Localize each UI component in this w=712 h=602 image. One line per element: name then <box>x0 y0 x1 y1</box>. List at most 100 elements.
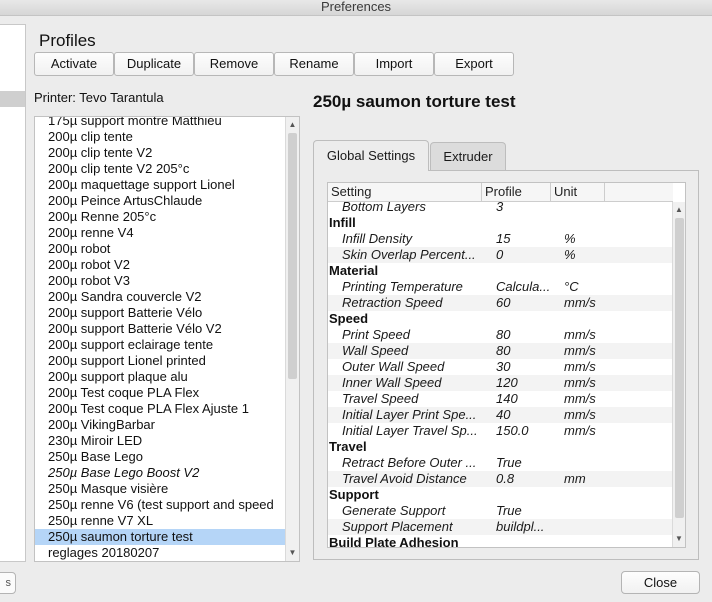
settings-category-row[interactable]: Material <box>328 263 673 279</box>
duplicate-button[interactable]: Duplicate <box>114 52 194 76</box>
profile-list-item[interactable]: 200µ maquettage support Lionel <box>35 177 287 193</box>
setting-name: Initial Layer Print Spe... <box>342 407 477 422</box>
setting-profile-value: 120 <box>496 375 518 390</box>
profile-list-item[interactable]: 230µ Miroir LED <box>35 433 287 449</box>
column-header-unit[interactable]: Unit <box>551 183 605 202</box>
profile-list-item[interactable]: 200µ robot <box>35 241 287 257</box>
settings-row[interactable]: Printing Temperature Calcula... °C <box>328 279 673 295</box>
column-header-setting[interactable]: Setting <box>328 183 482 202</box>
setting-profile-value: Calcula... <box>496 279 551 294</box>
profile-list-item[interactable]: 200µ robot V3 <box>35 273 287 289</box>
settings-table[interactable]: Bottom Layers 3 Infill Infill Density 15% Ski… <box>327 182 686 548</box>
window-title: Preferences <box>0 0 712 16</box>
setting-unit: mm/s <box>564 343 596 358</box>
profile-list-item[interactable]: 200µ support plaque alu <box>35 369 287 385</box>
preferences-category-list[interactable] <box>0 24 26 562</box>
profile-list-item[interactable]: 200µ support Lionel printed <box>35 353 287 369</box>
tab-extruder[interactable]: Extruder <box>430 142 506 170</box>
setting-profile-value: 150.0 <box>496 423 529 438</box>
settings-row[interactable]: Initial Layer Print Spe... 40 mm/s <box>328 407 673 423</box>
activate-button[interactable]: Activate <box>34 52 114 76</box>
setting-unit: mm/s <box>564 327 596 342</box>
scrollbar-thumb[interactable] <box>288 133 297 379</box>
export-button[interactable]: Export <box>434 52 514 76</box>
profile-list-item[interactable]: 250µ renne V6 (test support and speed <box>35 497 287 513</box>
scroll-down-icon[interactable]: ▼ <box>673 533 685 545</box>
settings-row[interactable]: Wall Speed 80 mm/s <box>328 343 673 359</box>
setting-profile-value: 40 <box>496 407 511 422</box>
profile-list-item[interactable]: 200µ support Batterie Vélo V2 <box>35 321 287 337</box>
settings-row[interactable]: Travel Avoid Distance 0.8 mm <box>328 471 673 487</box>
selected-category-item[interactable] <box>0 91 25 107</box>
settings-row[interactable]: Generate Support True <box>328 503 673 519</box>
settings-category-row[interactable]: Speed <box>328 311 673 327</box>
setting-unit: mm/s <box>564 423 596 438</box>
profile-list-item[interactable]: 200µ renne V4 <box>35 225 287 241</box>
settings-table-header: Setting Profile Unit <box>328 183 673 202</box>
setting-name: Initial Layer Travel Sp... <box>342 423 478 438</box>
profile-list-item[interactable]: 200µ Peince ArtusChlaude <box>35 193 287 209</box>
settings-category-row[interactable]: Infill <box>328 215 673 231</box>
profile-list-item[interactable]: 200µ clip tente V2 <box>35 145 287 161</box>
import-button[interactable]: Import <box>354 52 434 76</box>
settings-row[interactable]: Outer Wall Speed 30 mm/s <box>328 359 673 375</box>
profile-list-item[interactable]: 200µ clip tente V2 205°c <box>35 161 287 177</box>
left-partial-button[interactable]: s <box>0 572 16 594</box>
settings-category-row[interactable]: Support <box>328 487 673 503</box>
profile-list-item[interactable]: 200µ Renne 205°c <box>35 209 287 225</box>
setting-profile-value: True <box>496 455 522 470</box>
setting-profile-value: 80 <box>496 327 511 342</box>
settings-row[interactable]: Retract Before Outer ... True <box>328 455 673 471</box>
column-header-profile[interactable]: Profile <box>482 183 551 202</box>
profiles-heading: Profiles <box>39 31 96 50</box>
profile-list-item[interactable]: 250µ Base Lego <box>35 449 287 465</box>
profile-list[interactable]: 175µ support montre Matthieu 200µ clip te… <box>34 116 300 562</box>
settings-category-row[interactable]: Build Plate Adhesion <box>328 535 673 547</box>
settings-table-scrollbar[interactable]: ▲ ▼ <box>672 202 685 547</box>
scroll-up-icon[interactable]: ▲ <box>673 204 685 216</box>
profile-list-item[interactable]: 200µ Test coque PLA Flex Ajuste 1 <box>35 401 287 417</box>
profile-list-item[interactable]: 200µ clip tente <box>35 129 287 145</box>
profile-list-item[interactable]: 250µ saumon torture test <box>35 529 287 545</box>
scrollbar-thumb[interactable] <box>675 218 684 518</box>
profile-list-item[interactable]: 200µ Sandra couvercle V2 <box>35 289 287 305</box>
settings-row[interactable]: Retraction Speed 60 mm/s <box>328 295 673 311</box>
profile-list-item[interactable]: 200µ robot V2 <box>35 257 287 273</box>
profile-list-scrollbar[interactable]: ▲ ▼ <box>285 117 299 561</box>
profile-list-item[interactable]: 175µ support montre Matthieu <box>35 117 287 129</box>
tab-global-settings[interactable]: Global Settings <box>313 140 429 171</box>
profile-list-item[interactable]: 200µ support Batterie Vélo <box>35 305 287 321</box>
scroll-down-icon[interactable]: ▼ <box>286 547 299 559</box>
profile-list-item[interactable]: 250µ renne V7 XL <box>35 513 287 529</box>
profile-list-item[interactable]: 250µ Base Lego Boost V2 <box>35 465 287 481</box>
settings-row[interactable]: Initial Layer Travel Sp... 150.0 mm/s <box>328 423 673 439</box>
setting-profile-value: 0 <box>496 247 504 262</box>
close-button[interactable]: Close <box>621 571 700 594</box>
setting-profile-value: 60 <box>496 295 511 310</box>
settings-row[interactable]: Support Placement buildpl... <box>328 519 673 535</box>
setting-profile-value: 15 <box>496 231 511 246</box>
rename-button[interactable]: Rename <box>274 52 354 76</box>
settings-row[interactable]: Print Speed 80 mm/s <box>328 327 673 343</box>
setting-profile-value: True <box>496 503 522 518</box>
setting-name: Infill Density <box>342 231 413 246</box>
profile-list-item[interactable]: 200µ VikingBarbar <box>35 417 287 433</box>
setting-name: Inner Wall Speed <box>342 375 442 390</box>
printer-label: Printer: Tevo Tarantula <box>34 90 164 105</box>
settings-row[interactable]: Infill Density 15% <box>328 231 673 247</box>
profile-list-item[interactable]: reglages 20180207 <box>35 545 287 561</box>
settings-category-row[interactable]: Travel <box>328 439 673 455</box>
settings-row[interactable]: Inner Wall Speed 120 mm/s <box>328 375 673 391</box>
setting-name: Generate Support <box>342 503 446 518</box>
settings-row[interactable]: Skin Overlap Percent... 0% <box>328 247 673 263</box>
profile-title: 250µ saumon torture test <box>313 92 516 111</box>
setting-name: Travel Speed <box>342 391 419 406</box>
profile-list-item[interactable]: 200µ Test coque PLA Flex <box>35 385 287 401</box>
scroll-up-icon[interactable]: ▲ <box>286 119 299 131</box>
profile-list-item[interactable]: 250µ Masque visière <box>35 481 287 497</box>
setting-unit: mm/s <box>564 359 596 374</box>
profile-list-item[interactable]: 200µ support eclairage tente <box>35 337 287 353</box>
settings-row[interactable]: Travel Speed 140 mm/s <box>328 391 673 407</box>
remove-button[interactable]: Remove <box>194 52 274 76</box>
setting-name: Print Speed <box>342 327 410 342</box>
